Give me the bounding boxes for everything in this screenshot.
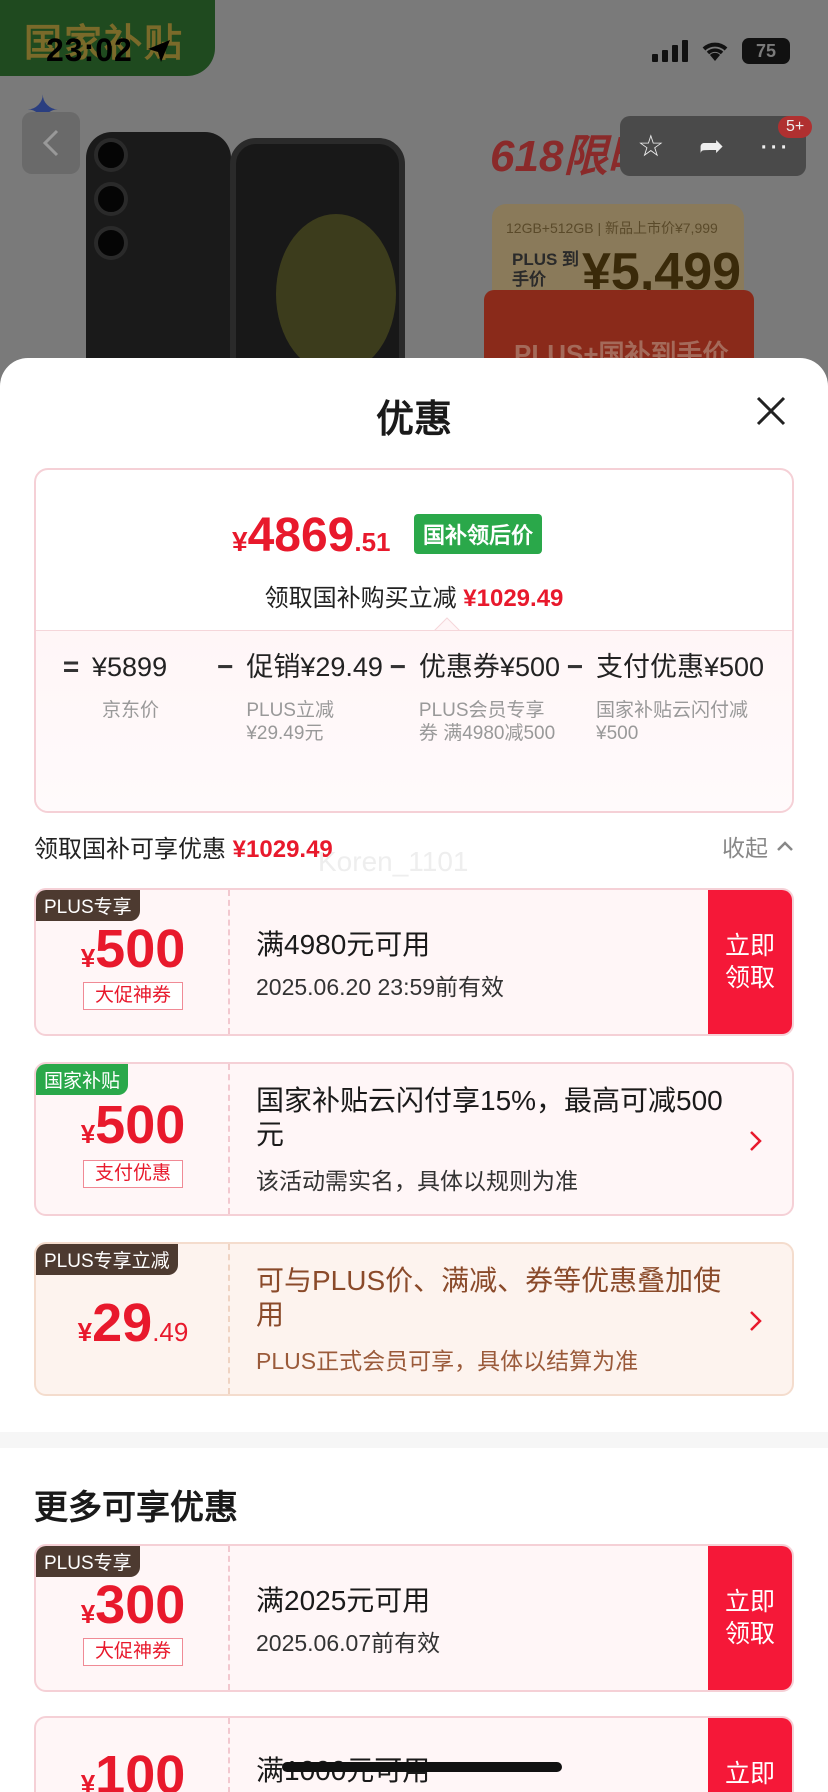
final-price-tag: 国补领后价 [414,514,543,554]
coupon-subtitle: 2025.06.07前有效 [256,1630,441,1656]
close-icon[interactable] [754,394,788,428]
coupon-title: 满2025元可用 [256,1585,431,1616]
coupon-chip: 大促神券 [83,1638,183,1666]
coupon-badge: PLUS专享 [36,890,140,921]
formula-operator: = [62,651,80,682]
coupon-badge: PLUS专享 [36,1546,140,1577]
formula-note: PLUS会员专享券 满4980减500 [418,700,556,744]
coupon-amount: ¥29.49 [77,1293,189,1353]
coupon-title: 满4980元可用 [256,929,431,960]
formula-note: PLUS立减 ¥29.49元 [246,700,334,744]
collapse-toggle[interactable]: 收起 [722,829,794,863]
star-icon[interactable]: ☆ [637,129,664,164]
notification-badge: 5+ [778,116,813,138]
claim-coupon-button[interactable]: 立即领取 [708,890,792,1034]
price-card-spec: 12GB+512GB | 新品上市价¥7,999 [506,220,718,236]
price-summary-card: ¥4869.51 国补领后价 领取国补购买立减 ¥1029.49 = ¥5899… [34,468,794,813]
coupon-amount: ¥500 [80,919,186,979]
section-divider [0,1432,828,1448]
more-offers-title: 更多可享优惠 [34,1489,238,1527]
status-indicators: 75 [652,38,790,64]
coupon-card: ¥100 满1000元可用 立即 [34,1716,794,1792]
battery-icon: 75 [742,38,790,64]
price-card-plus-label: PLUS 到手价 [512,250,580,289]
coupon-card: PLUS专享 ¥500 大促神券 满4980元可用 2025.06.20 23:… [34,888,794,1036]
chevron-right-icon [750,1311,762,1331]
location-arrow-icon [148,40,170,62]
watermark: Koren_1101 [318,846,469,877]
formula-amount: 促销¥29.49 [246,652,383,682]
coupon-subtitle: 该活动需实名，具体以规则为准 [256,1168,578,1194]
coupon-amount: ¥100 [80,1745,186,1792]
cellular-signal-icon [652,40,688,62]
coupon-badge: PLUS专享立减 [36,1244,178,1275]
formula-operator: − [389,651,407,682]
coupon-card[interactable]: 国家补贴 ¥500 支付优惠 国家补贴云闪付享15%，最高可减500元 该活动需… [34,1062,794,1216]
share-icon[interactable]: ➦ [699,129,724,164]
coupon-amount: ¥500 [80,1095,186,1155]
coupon-title: 可与PLUS价、满减、券等优惠叠加使用 [256,1265,722,1330]
final-price: ¥4869.51 [232,509,391,562]
formula-amount: 优惠券¥500 [418,652,560,682]
status-time: 23:02 [46,32,133,68]
notch-pointer [434,617,460,631]
formula-amount: ¥5899 [92,652,168,682]
back-button[interactable] [22,112,80,174]
coupon-badge: 国家补贴 [36,1064,129,1095]
coupon-card: PLUS专享 ¥300 大促神券 满2025元可用 2025.06.07前有效 … [34,1544,794,1692]
product-image-phone-back [86,132,231,380]
formula-operator: − [217,651,234,682]
formula-note: 国家补贴云闪付减 ¥500 [596,700,749,744]
coupon-card[interactable]: PLUS专享立减 ¥29.49 可与PLUS价、满减、券等优惠叠加使用 PLUS… [34,1242,794,1396]
claim-coupon-button[interactable]: 立即 [708,1718,792,1792]
product-image-phone-front [230,138,405,380]
discount-sheet: 优惠 ¥4869.51 国补领后价 领取国补购买立减 ¥1029.49 = ¥5… [0,358,828,1792]
section-label: 领取国补可享优惠 ¥1029.49 [34,835,333,863]
home-indicator [282,1762,562,1772]
coupon-amount: ¥300 [80,1575,186,1635]
discount-subtitle: 领取国补购买立减 ¥1029.49 [264,585,564,612]
formula-note: 京东价 [102,700,160,721]
price-formula: = ¥5899 京东价 − 促销¥29.49 PLUS立减 ¥29.49元 − … [56,649,776,745]
coupon-title: 国家补贴云闪付享15%，最高可减500元 [256,1085,723,1150]
coupon-chip: 支付优惠 [83,1160,183,1188]
claim-coupon-button[interactable]: 立即领取 [708,1546,792,1690]
coupon-subtitle: PLUS正式会员可享，具体以结算为准 [256,1348,639,1374]
wifi-icon [702,42,728,61]
chevron-right-icon [750,1131,762,1151]
coupon-chip: 大促神券 [83,982,183,1010]
formula-amount: 支付优惠¥500 [596,652,765,682]
coupon-subtitle: 2025.06.20 23:59前有效 [256,974,505,1000]
chevron-left-icon [42,129,59,157]
formula-operator: − [566,651,584,682]
chevron-up-icon [777,841,793,851]
sheet-title: 优惠 [375,399,452,441]
